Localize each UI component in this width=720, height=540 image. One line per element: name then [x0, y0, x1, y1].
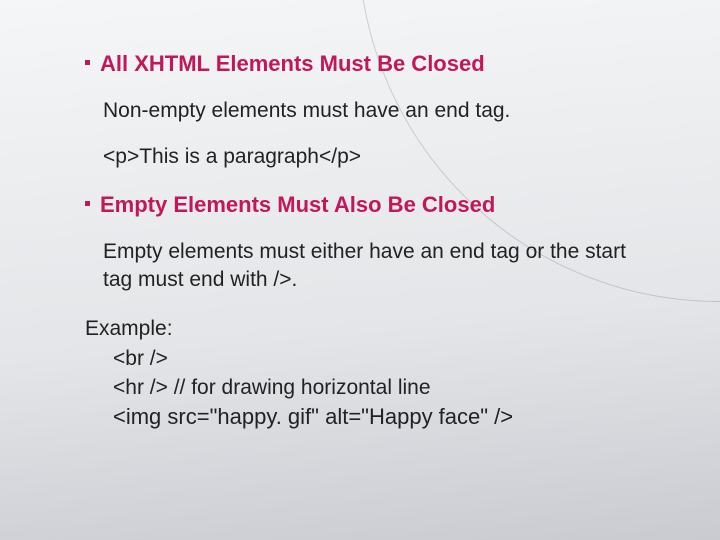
bullet-item-2: Empty Elements Must Also Be Closed	[85, 191, 650, 220]
bullet-item-1: All XHTML Elements Must Be Closed	[85, 50, 650, 79]
body-text-2: Empty elements must either have an end t…	[103, 238, 650, 295]
example-block: Example: <br /> <hr /> // for drawing ho…	[85, 314, 650, 433]
slide: All XHTML Elements Must Be Closed Non-em…	[0, 0, 720, 540]
body-text-1: Non-empty elements must have an end tag.	[103, 97, 650, 125]
bullet-icon	[85, 201, 90, 206]
slide-content: All XHTML Elements Must Be Closed Non-em…	[85, 50, 650, 433]
code-example-1: <p>This is a paragraph</p>	[103, 145, 650, 169]
bullet-icon	[85, 60, 90, 65]
heading-1: All XHTML Elements Must Be Closed	[100, 50, 485, 79]
example-line-1: <br />	[113, 344, 650, 373]
example-line-2: <hr /> // for drawing horizontal line	[113, 373, 650, 402]
example-lines: <br /> <hr /> // for drawing horizontal …	[113, 344, 650, 434]
heading-2: Empty Elements Must Also Be Closed	[100, 191, 495, 220]
example-label: Example:	[85, 314, 650, 343]
example-line-3: <img src="happy. gif" alt="Happy face" /…	[113, 402, 650, 433]
